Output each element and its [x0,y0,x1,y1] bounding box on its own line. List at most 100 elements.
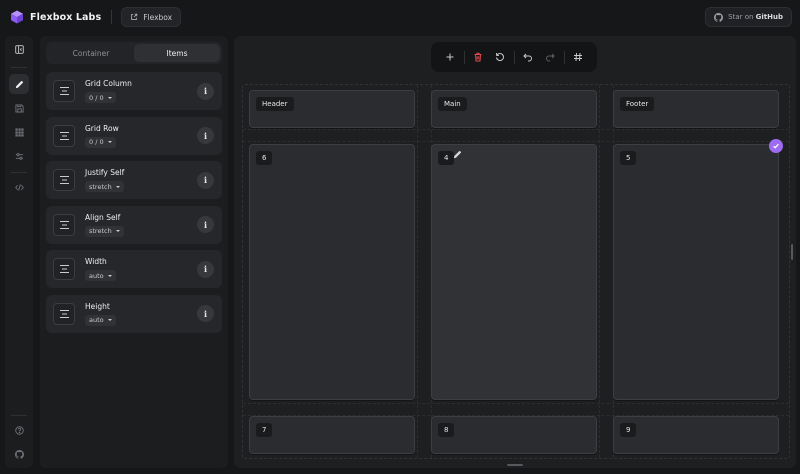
grid-item-4[interactable]: 4 [431,144,597,400]
item-label: 8 [438,423,455,437]
prop-align-self: Align Self stretch i [46,205,222,244]
chevron-down-icon [115,230,120,232]
github-star-label: Star on GitHub [728,13,783,21]
canvas-toolbar [431,42,597,72]
info-button[interactable]: i [197,216,214,233]
chevron-down-icon [107,96,112,99]
grid-line [243,403,789,404]
breadcrumb-flexbox[interactable]: Flexbox [121,7,182,27]
grid-item-8[interactable]: 8 [431,416,597,454]
pencil-icon [15,80,23,88]
rail-separator [11,67,27,68]
grid-row-select[interactable]: 0 / 0 [85,136,116,148]
undo-button[interactable] [518,46,540,68]
properties-panel: Container Items Grid Column 0 / 0 i Grid… [40,36,228,468]
chevron-down-icon [107,141,112,143]
undo-icon [523,53,533,62]
redo-button[interactable] [539,46,561,68]
icon-rail [5,36,33,468]
delete-item-button[interactable] [468,46,490,68]
grid-item-9[interactable]: 9 [613,416,779,454]
check-icon [773,143,779,149]
item-label: 4 [438,151,455,165]
panel-toggle-button[interactable] [9,39,29,59]
grid-item-5[interactable]: 5 [613,144,779,400]
prop-width: Width auto i [46,250,222,288]
grid-item-7[interactable]: 7 [249,416,415,454]
tab-items[interactable]: Items [134,44,220,62]
hash-grid-icon [574,52,583,62]
code-icon [14,183,24,191]
info-button[interactable]: i [197,82,214,100]
resize-handle-bottom[interactable] [507,464,523,466]
grid-canvas: Header Main Footer 6 4 5 7 8 9 [234,36,796,468]
item-label: 7 [256,423,273,437]
grid-column-select[interactable]: 0 / 0 [85,92,116,103]
item-label: Header [256,97,294,111]
prop-label: Height [85,301,110,311]
toolbar-divider [563,50,565,64]
code-export-button[interactable] [9,177,29,197]
info-button[interactable]: i [197,260,214,278]
item-label: 9 [620,423,637,437]
trash-icon [474,52,482,62]
info-button[interactable]: i [197,305,214,322]
height-select[interactable]: auto [85,314,116,326]
toolbar-divider [513,50,515,64]
help-button[interactable] [9,420,29,440]
align-center-icon [53,258,75,280]
plus-icon [446,53,454,61]
pencil-icon[interactable] [453,150,462,159]
align-center-icon [53,124,75,147]
width-select[interactable]: auto [85,270,116,281]
templates-button[interactable] [9,122,29,142]
github-link-button[interactable] [9,444,29,464]
sliders-icon [15,152,23,160]
align-center-icon [53,302,75,325]
resize-handle-right[interactable] [791,244,793,260]
grid-item-6[interactable]: 6 [249,144,415,400]
reset-button[interactable] [489,46,511,68]
edit-mode-button[interactable] [9,74,29,94]
rail-separator [11,172,27,173]
add-item-button[interactable] [439,46,461,68]
grid-icon [14,127,24,137]
settings-button[interactable] [9,146,29,166]
github-star-button[interactable]: Star on GitHub [705,7,792,27]
rail-separator [11,415,27,416]
grid-item-main[interactable]: Main [431,90,597,128]
align-center-icon [53,213,75,236]
justify-self-select[interactable]: stretch [85,181,124,192]
app-name: Flexbox Labs [30,11,102,23]
reset-icon [495,53,504,62]
help-icon [14,425,24,435]
github-icon [714,12,724,22]
chevron-down-icon [115,185,120,188]
selected-check-badge[interactable] [769,139,783,153]
redo-icon [545,53,555,62]
save-button[interactable] [9,98,29,118]
prop-label: Width [85,257,107,266]
item-label: 6 [256,151,273,165]
prop-label: Align Self [85,212,121,222]
external-link-icon [131,13,138,20]
item-label: Main [438,97,467,111]
grid-item-footer[interactable]: Footer [613,90,779,128]
save-icon [14,103,24,113]
toggle-grid-lines-button[interactable] [568,46,590,68]
prop-justify-self: Justify Self stretch i [46,161,222,199]
toolbar-divider [463,50,465,64]
tab-container[interactable]: Container [48,44,134,62]
info-button[interactable]: i [197,171,214,189]
chevron-down-icon [107,274,112,277]
prop-height: Height auto i [46,294,222,333]
grid-line [243,141,789,142]
item-label: 5 [620,151,637,165]
info-button[interactable]: i [197,127,214,144]
cube-logo-icon [11,10,23,24]
grid-item-header[interactable]: Header [249,90,415,128]
align-center-icon [53,80,75,102]
app-logo[interactable]: Flexbox Labs [10,10,101,24]
topbar-divider [111,10,113,24]
align-self-select[interactable]: stretch [85,225,124,237]
